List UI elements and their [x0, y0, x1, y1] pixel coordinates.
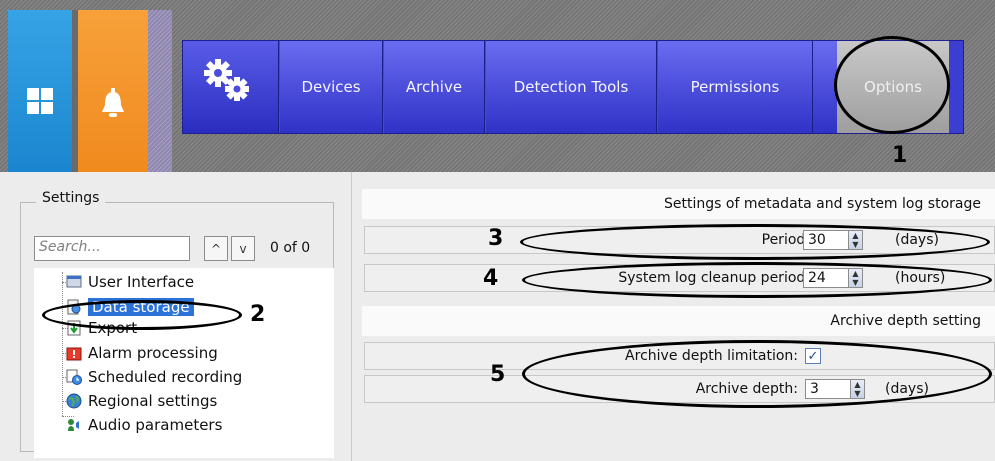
search-prev-button[interactable]: ^	[204, 236, 228, 261]
top-bar: Devices Archive Detection Tools Permissi…	[0, 0, 995, 172]
cleanup-spinbox[interactable]: 24 ▲ ▼	[803, 268, 863, 288]
nav-endcap	[949, 41, 963, 133]
export-icon	[67, 320, 81, 336]
settings-tree: User Interface Data storage Export Alarm…	[34, 268, 334, 458]
data-storage-icon	[67, 299, 81, 315]
tree-item-scheduled-recording[interactable]: Scheduled recording	[66, 366, 242, 388]
depth-limitation-row: Archive depth limitation: ✓	[364, 342, 995, 370]
depth-value: 3	[810, 381, 819, 397]
depth-row: Archive depth: 3 ▲ ▼ (days)	[364, 375, 995, 403]
depth-label: Archive depth:	[695, 381, 798, 397]
annotation-number: 4	[483, 266, 499, 291]
spin-buttons[interactable]: ▲ ▼	[850, 380, 864, 398]
cleanup-row: System log cleanup period: 24 ▲ ▼ (hours…	[364, 264, 995, 292]
chevron-up-icon: ^	[210, 241, 222, 256]
cleanup-value: 24	[808, 270, 826, 286]
tab-detection-tools[interactable]: Detection Tools	[485, 41, 657, 133]
annotation-number: 5	[490, 362, 506, 387]
search-input[interactable]: Search...	[34, 236, 190, 261]
period-unit: (days)	[895, 232, 939, 248]
regional-settings-icon	[66, 393, 82, 409]
alarm-tile[interactable]	[78, 10, 148, 172]
period-spinbox[interactable]: 30 ▲ ▼	[803, 230, 863, 250]
tree-item-label: Export	[88, 319, 138, 337]
spin-up-icon[interactable]: ▲	[849, 231, 862, 240]
depth-spinbox[interactable]: 3 ▲ ▼	[805, 379, 865, 399]
tab-permissions[interactable]: Permissions	[657, 41, 813, 133]
scheduled-recording-icon	[66, 369, 82, 385]
spin-down-icon[interactable]: ▼	[849, 240, 862, 249]
audio-parameters-icon	[68, 419, 79, 431]
depth-limitation-label: Archive depth limitation:	[625, 348, 798, 364]
settings-panel: Settings Search... ^ v 0 of 0 User Inter…	[0, 172, 352, 461]
divider	[148, 10, 172, 172]
cleanup-unit: (hours)	[895, 270, 946, 286]
spin-up-icon[interactable]: ▲	[849, 269, 862, 278]
tree-item-user-interface[interactable]: User Interface	[66, 271, 194, 293]
tab-devices[interactable]: Devices	[279, 41, 383, 133]
tree-item-label: Audio parameters	[88, 416, 223, 434]
windows-icon	[27, 88, 53, 114]
tree-item-label: User Interface	[88, 273, 195, 291]
data-storage-panel: Settings of metadata and system log stor…	[352, 172, 995, 461]
tree-item-label: Scheduled recording	[88, 368, 243, 386]
tree-line	[62, 272, 63, 416]
spin-down-icon[interactable]: ▼	[851, 389, 864, 398]
chevron-down-icon: v	[239, 241, 247, 256]
spin-up-icon[interactable]: ▲	[851, 380, 864, 389]
bell-icon	[102, 88, 124, 117]
tree-item-label: Data storage	[88, 298, 194, 316]
period-row: Period: 30 ▲ ▼ (days)	[364, 226, 995, 254]
depth-unit: (days)	[885, 381, 929, 397]
spin-buttons[interactable]: ▲ ▼	[848, 231, 862, 249]
spin-down-icon[interactable]: ▼	[849, 278, 862, 287]
search-counter: 0 of 0	[270, 240, 311, 256]
tree-item-audio-parameters[interactable]: Audio parameters	[66, 414, 222, 436]
settings-group-title: Settings	[36, 190, 106, 206]
alarm-processing-icon	[66, 347, 82, 361]
tree-item-label: Alarm processing	[88, 344, 218, 362]
main-nav: Devices Archive Detection Tools Permissi…	[182, 40, 964, 134]
home-tile[interactable]	[8, 10, 72, 172]
tree-item-export[interactable]: Export	[66, 317, 137, 339]
search-next-button[interactable]: v	[231, 236, 255, 261]
depth-limitation-checkbox[interactable]: ✓	[805, 348, 821, 364]
tree-item-data-storage[interactable]: Data storage	[66, 296, 194, 318]
annotation-number: 1	[892, 143, 908, 168]
tree-item-regional-settings[interactable]: Regional settings	[66, 390, 217, 412]
section-header: Settings of metadata and system log stor…	[362, 189, 995, 219]
tab-options[interactable]: Options	[837, 41, 949, 133]
annotation-number: 3	[488, 226, 504, 251]
section-header: Archive depth setting	[362, 306, 995, 336]
period-value: 30	[808, 232, 826, 248]
tree-item-label: Regional settings	[88, 392, 218, 410]
tree-item-alarm-processing[interactable]: Alarm processing	[66, 342, 218, 364]
spin-buttons[interactable]: ▲ ▼	[848, 269, 862, 287]
settings-gears-icon[interactable]	[183, 41, 279, 133]
user-interface-icon	[66, 275, 82, 288]
tab-archive[interactable]: Archive	[383, 41, 485, 133]
annotation-number: 2	[250, 302, 266, 327]
cleanup-label: System log cleanup period:	[618, 270, 810, 286]
